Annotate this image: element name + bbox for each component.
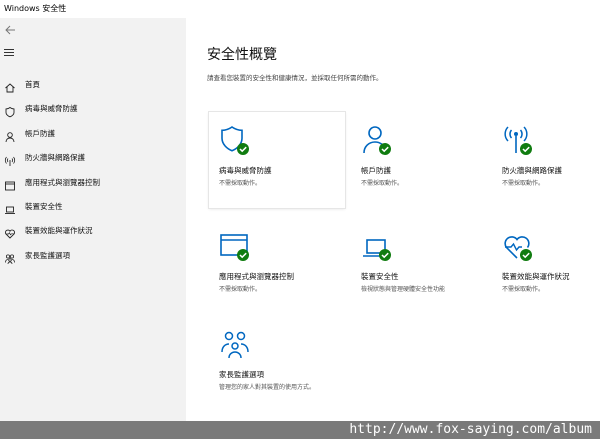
sidebar-item-label: 家長監護選項 (25, 250, 70, 260)
browser-check-icon (219, 230, 253, 264)
heart-check-icon (502, 230, 536, 264)
tile-status: 不需採取動作。 (219, 180, 262, 187)
sidebar-item-firewall[interactable]: 防火牆與網路保護 (0, 147, 186, 171)
tile-status: 管理您的家人對其裝置的使用方式。 (219, 384, 316, 391)
page-title: 安全性概覽 (207, 47, 277, 63)
hamburger-menu-icon[interactable] (4, 48, 16, 58)
sidebar-nav: 首頁 病毒與威脅防護 帳戶防護 防火牆與網路保護 應用程式與瀏覽器控制 裝置安全… (0, 74, 186, 269)
tile-device-health[interactable]: 裝置效能與運作狀況 不需採取動作。 (492, 218, 600, 314)
sidebar-item-home[interactable]: 首頁 (0, 74, 186, 98)
tile-virus-protection[interactable]: 病毒與威脅防護 不需採取動作。 (209, 112, 345, 208)
wifi-antenna-icon (4, 152, 16, 167)
tile-account-protection[interactable]: 帳戶防護 不需採取動作。 (351, 112, 487, 208)
tile-label: 家長監護選項 (219, 370, 264, 379)
sidebar-item-device-security[interactable]: 裝置安全性 (0, 196, 186, 220)
tile-label: 病毒與威脅防護 (219, 166, 272, 175)
sidebar-item-label: 裝置效能與運作狀況 (25, 226, 93, 236)
sidebar-item-account-protection[interactable]: 帳戶防護 (0, 123, 186, 147)
tile-label: 防火牆與網路保護 (502, 166, 562, 175)
tile-label: 帳戶防護 (361, 166, 391, 175)
sidebar: 首頁 病毒與威脅防護 帳戶防護 防火牆與網路保護 應用程式與瀏覽器控制 裝置安全… (0, 18, 186, 421)
page-description: 請查看您裝置的安全性和健康情況，並採取任何所需的動作。 (207, 74, 383, 82)
back-arrow-icon[interactable] (4, 24, 18, 38)
shield-icon (4, 103, 16, 118)
tile-label: 裝置效能與運作狀況 (502, 272, 570, 281)
title-bar: Windows 安全性 (0, 0, 600, 18)
main-content: 安全性概覽 請查看您裝置的安全性和健康情況，並採取任何所需的動作。 病毒與威脅防… (186, 18, 600, 421)
tile-app-browser-control[interactable]: 應用程式與瀏覽器控制 不需採取動作。 (209, 218, 345, 314)
heart-icon (4, 225, 16, 239)
browser-window-icon (4, 177, 16, 191)
laptop-icon (4, 201, 16, 214)
shield-check-icon (219, 124, 253, 158)
tile-status: 不需採取動作。 (219, 286, 262, 293)
laptop-check-icon (361, 230, 395, 264)
tile-family-options[interactable]: 家長監護選項 管理您的家人對其裝置的使用方式。 (209, 316, 345, 412)
family-icon (219, 328, 253, 362)
tile-label: 裝置安全性 (361, 272, 399, 281)
tile-label: 應用程式與瀏覽器控制 (219, 272, 294, 281)
sidebar-item-label: 裝置安全性 (25, 201, 63, 211)
tile-status: 不需採取動作。 (502, 286, 545, 293)
watermark-text: http://www.fox-saying.com/album (349, 422, 592, 437)
sidebar-item-label: 帳戶防護 (25, 128, 55, 138)
home-icon (4, 79, 16, 93)
tile-status: 檢視狀態與管理硬體安全性功能 (361, 286, 446, 293)
sidebar-item-virus-protection[interactable]: 病毒與威脅防護 (0, 98, 186, 122)
person-check-icon (361, 124, 395, 158)
sidebar-item-app-browser-control[interactable]: 應用程式與瀏覽器控制 (0, 172, 186, 196)
sidebar-item-label: 病毒與威脅防護 (25, 104, 78, 114)
watermark-bar: http://www.fox-saying.com/album (0, 421, 600, 439)
sidebar-item-family-options[interactable]: 家長監護選項 (0, 245, 186, 269)
antenna-check-icon (502, 124, 536, 158)
sidebar-item-device-health[interactable]: 裝置效能與運作狀況 (0, 220, 186, 244)
family-icon (4, 250, 16, 264)
tile-firewall[interactable]: 防火牆與網路保護 不需採取動作。 (492, 112, 600, 208)
tile-device-security[interactable]: 裝置安全性 檢視狀態與管理硬體安全性功能 (351, 218, 487, 314)
sidebar-item-label: 防火牆與網路保護 (25, 153, 85, 163)
sidebar-item-label: 首頁 (25, 80, 40, 89)
tile-status: 不需採取動作。 (502, 180, 545, 187)
tile-status: 不需採取動作。 (361, 180, 404, 187)
person-icon (4, 128, 16, 142)
sidebar-item-label: 應用程式與瀏覽器控制 (25, 177, 100, 187)
window-title: Windows 安全性 (4, 4, 67, 13)
